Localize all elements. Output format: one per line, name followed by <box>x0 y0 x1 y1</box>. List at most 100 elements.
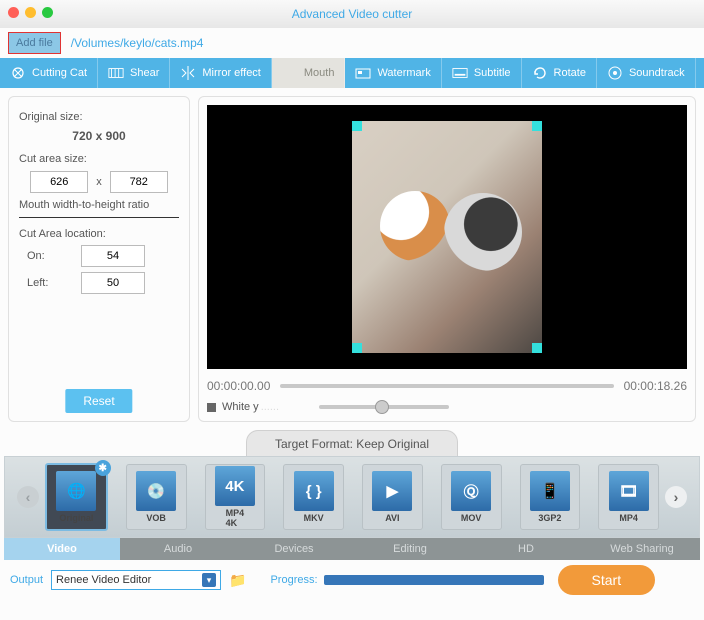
close-icon[interactable] <box>8 7 19 18</box>
reset-button[interactable]: Reset <box>65 389 132 413</box>
toolbar-shear[interactable]: Shear <box>98 58 170 88</box>
mouth-icon <box>282 65 298 81</box>
time-slider-row: 00:00:00.00 00:00:18.26 <box>207 379 687 393</box>
toolbar-label: Shear <box>130 67 159 79</box>
titlebar: Advanced Video cutter <box>0 0 704 28</box>
toolbar-subtitle[interactable]: Subtitle <box>442 58 522 88</box>
toolbar-soundtrack[interactable]: Soundtrack <box>597 58 696 88</box>
chevron-down-icon[interactable]: ▾ <box>202 573 216 587</box>
format-thumb: { } <box>294 471 334 511</box>
on-input[interactable] <box>81 245 145 267</box>
x-symbol: x <box>96 176 102 188</box>
soundtrack-icon <box>607 65 623 81</box>
format-thumb: 🌐 <box>56 471 96 511</box>
file-path-row: Add file /Volumes/keylo/cats.mp4 <box>0 28 704 58</box>
cattab-devices[interactable]: Devices <box>236 538 352 560</box>
progress-label: Progress: <box>270 574 317 586</box>
volume-slider[interactable] <box>319 405 449 409</box>
file-path: /Volumes/keylo/cats.mp4 <box>71 36 204 50</box>
progress-bar <box>324 575 544 585</box>
output-select-value: Renee Video Editor <box>56 574 151 586</box>
format-thumb: ▶ <box>372 471 412 511</box>
crop-handle-br[interactable] <box>532 343 542 353</box>
cattab-editing[interactable]: Editing <box>352 538 468 560</box>
crop-selection[interactable] <box>352 121 542 353</box>
crop-handle-tr[interactable] <box>532 121 542 131</box>
format-thumb: 4K <box>215 466 255 506</box>
target-format-header: Target Format: Keep Original <box>246 430 458 457</box>
white-row: White y ...... <box>207 401 687 413</box>
ratio-label: Mouth width-to-height ratio <box>19 199 179 211</box>
target-format-strip: Target Format: Keep Original <box>8 430 696 456</box>
volume-knob[interactable] <box>375 400 389 414</box>
minimize-icon[interactable] <box>25 7 36 18</box>
format-mov[interactable]: Ⓠ MOV <box>441 464 502 530</box>
cut-size-label: Cut area size: <box>19 153 179 165</box>
format-mp4[interactable]: 🎞MP4 <box>598 464 659 530</box>
cattab-audio[interactable]: Audio <box>120 538 236 560</box>
toolbar-rotate[interactable]: Rotate <box>522 58 597 88</box>
stop-icon[interactable] <box>207 403 216 412</box>
format-label: MOV <box>461 513 482 523</box>
footer: Output Renee Video Editor ▾ 📁 Progress: … <box>0 560 704 600</box>
cut-width-input[interactable] <box>30 171 88 193</box>
format-prev-button[interactable]: ‹ <box>17 486 39 508</box>
cut-height-input[interactable] <box>110 171 168 193</box>
time-slider[interactable] <box>280 384 613 388</box>
watermark-icon <box>355 65 371 81</box>
preview-panel: 00:00:00.00 00:00:18.26 White y ...... <box>198 96 696 422</box>
time-start: 00:00:00.00 <box>207 379 270 393</box>
format-label: 3GP2 <box>538 513 561 523</box>
folder-icon[interactable]: 📁 <box>229 572 246 589</box>
divider <box>19 217 179 218</box>
format-label: AVI <box>385 513 399 523</box>
format-mkv[interactable]: { }MKV <box>283 464 344 530</box>
format-thumb: Ⓠ <box>451 471 491 511</box>
add-file-button[interactable]: Add file <box>8 32 61 54</box>
main-area: Original size: 720 x 900 Cut area size: … <box>0 88 704 430</box>
toolbar-label: Soundtrack <box>629 67 685 79</box>
original-size-value: 720 x 900 <box>19 129 179 143</box>
format-carousel: ‹ › 🌐 Original ✱ 💿VOB 4K MP44K { }MKV ▶ AVI Ⓠ MOV 📱… <box>4 456 700 538</box>
toolbar: Cutting Cat Shear Mirror effect Mouth Waterm… <box>0 58 704 88</box>
video-preview[interactable] <box>207 105 687 369</box>
location-label: Cut Area location: <box>19 228 179 240</box>
cattab-hd[interactable]: HD <box>468 538 584 560</box>
cut-settings-panel: Original size: 720 x 900 Cut area size: … <box>8 96 190 422</box>
toolbar-mirror[interactable]: Mirror effect <box>170 58 271 88</box>
white-label: White y <box>222 401 259 413</box>
mirror-icon <box>180 65 196 81</box>
window-controls <box>8 7 53 18</box>
format-avi[interactable]: ▶ AVI <box>362 464 423 530</box>
toolbar-cutting-cat[interactable]: Cutting Cat <box>0 58 98 88</box>
left-label: Left: <box>19 277 63 289</box>
toolbar-watermark[interactable]: Watermark <box>345 58 441 88</box>
format-mp4-4k[interactable]: 4K MP44K <box>205 464 266 530</box>
format-next-button[interactable]: › <box>665 486 687 508</box>
format-label: MP44K <box>226 508 245 528</box>
start-button[interactable]: Start <box>558 565 656 595</box>
format-3gp2[interactable]: 📱3GP2 <box>520 464 581 530</box>
left-input[interactable] <box>81 272 145 294</box>
crop-handle-bl[interactable] <box>352 343 362 353</box>
output-select[interactable]: Renee Video Editor ▾ <box>51 570 221 590</box>
toolbar-mouth[interactable]: Mouth <box>272 58 346 88</box>
white-faded: ...... <box>261 401 279 413</box>
subtitle-icon <box>452 65 468 81</box>
crop-handle-tl[interactable] <box>352 121 362 131</box>
output-label: Output <box>10 574 43 586</box>
format-vob[interactable]: 💿VOB <box>126 464 187 530</box>
category-tabs: VideoAudioDevicesEditingHDWeb Sharing <box>4 538 700 560</box>
toolbar-label: Subtitle <box>474 67 511 79</box>
toolbar-label: Mouth <box>304 67 335 79</box>
zoom-icon[interactable] <box>42 7 53 18</box>
shear-icon <box>108 65 124 81</box>
format-thumb: 💿 <box>136 471 176 511</box>
format-original[interactable]: 🌐 Original ✱ <box>45 463 108 531</box>
toolbar-label: Watermark <box>377 67 430 79</box>
cattab-video[interactable]: Video <box>4 538 120 560</box>
gear-icon[interactable]: ✱ <box>95 460 111 476</box>
toolbar-label: Cutting Cat <box>32 67 87 79</box>
format-label: Original <box>59 513 93 523</box>
cattab-websharing[interactable]: Web Sharing <box>584 538 700 560</box>
